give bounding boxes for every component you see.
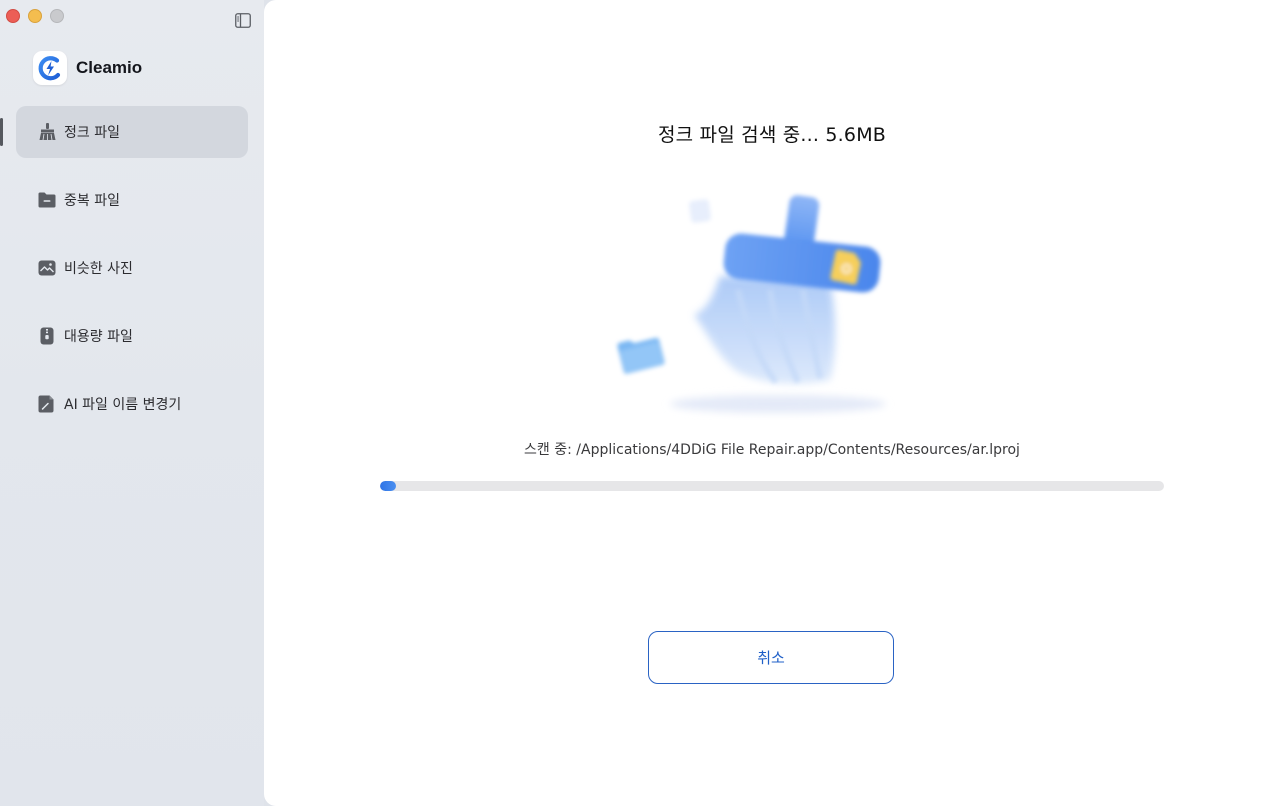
scan-status-title: 정크 파일 검색 중... 5.6MB: [657, 124, 887, 146]
sidebar-nav: 정크 파일 중복 파일 비슷한 사진 대용량 파일 AI 파일 이름 변경기: [16, 106, 248, 446]
photo-icon: [36, 257, 58, 279]
minimize-window-button[interactable]: [28, 9, 42, 23]
scan-path-text: 스캔 중: /Applications/4DDiG File Repair.ap…: [524, 442, 1020, 458]
zoom-window-button[interactable]: [50, 9, 64, 23]
rename-file-icon: [36, 393, 58, 415]
cancel-button[interactable]: 취소: [648, 631, 894, 684]
app-window: Cleamio 정크 파일 중복 파일 비슷한 사진 대용량 파일 AI 파일 …: [0, 0, 1280, 806]
main-panel: 정크 파일 검색 중... 5.6MB 스캔 중: /Applications/…: [264, 0, 1280, 806]
folder-icon: [36, 189, 58, 211]
sidebar-item-duplicate-files[interactable]: 중복 파일: [16, 174, 248, 226]
scan-progress-bar: [380, 481, 1164, 491]
sidebar-item-label: AI 파일 이름 변경기: [64, 397, 182, 413]
active-item-marker: [0, 118, 3, 146]
app-name: Cleamio: [76, 58, 143, 77]
close-window-button[interactable]: [6, 9, 20, 23]
sidebar-toggle-icon[interactable]: [235, 13, 251, 28]
sidebar-item-label: 비슷한 사진: [64, 261, 133, 277]
scan-progress-fill: [380, 481, 396, 491]
sidebar-item-label: 중복 파일: [64, 193, 120, 209]
sidebar-item-junk-files[interactable]: 정크 파일: [16, 106, 248, 158]
sidebar-item-label: 정크 파일: [64, 125, 120, 141]
brand: Cleamio: [33, 51, 142, 85]
broom-icon: [36, 121, 58, 143]
sidebar-item-large-files[interactable]: 대용량 파일: [16, 310, 248, 362]
broom-scan-illustration: [598, 190, 938, 420]
app-logo-icon: [33, 51, 67, 85]
sidebar: Cleamio 정크 파일 중복 파일 비슷한 사진 대용량 파일 AI 파일 …: [0, 0, 264, 806]
sidebar-item-ai-file-renamer[interactable]: AI 파일 이름 변경기: [16, 378, 248, 430]
archive-file-icon: [36, 325, 58, 347]
window-controls: [6, 9, 64, 23]
sidebar-item-similar-photos[interactable]: 비슷한 사진: [16, 242, 248, 294]
sidebar-item-label: 대용량 파일: [64, 329, 133, 345]
